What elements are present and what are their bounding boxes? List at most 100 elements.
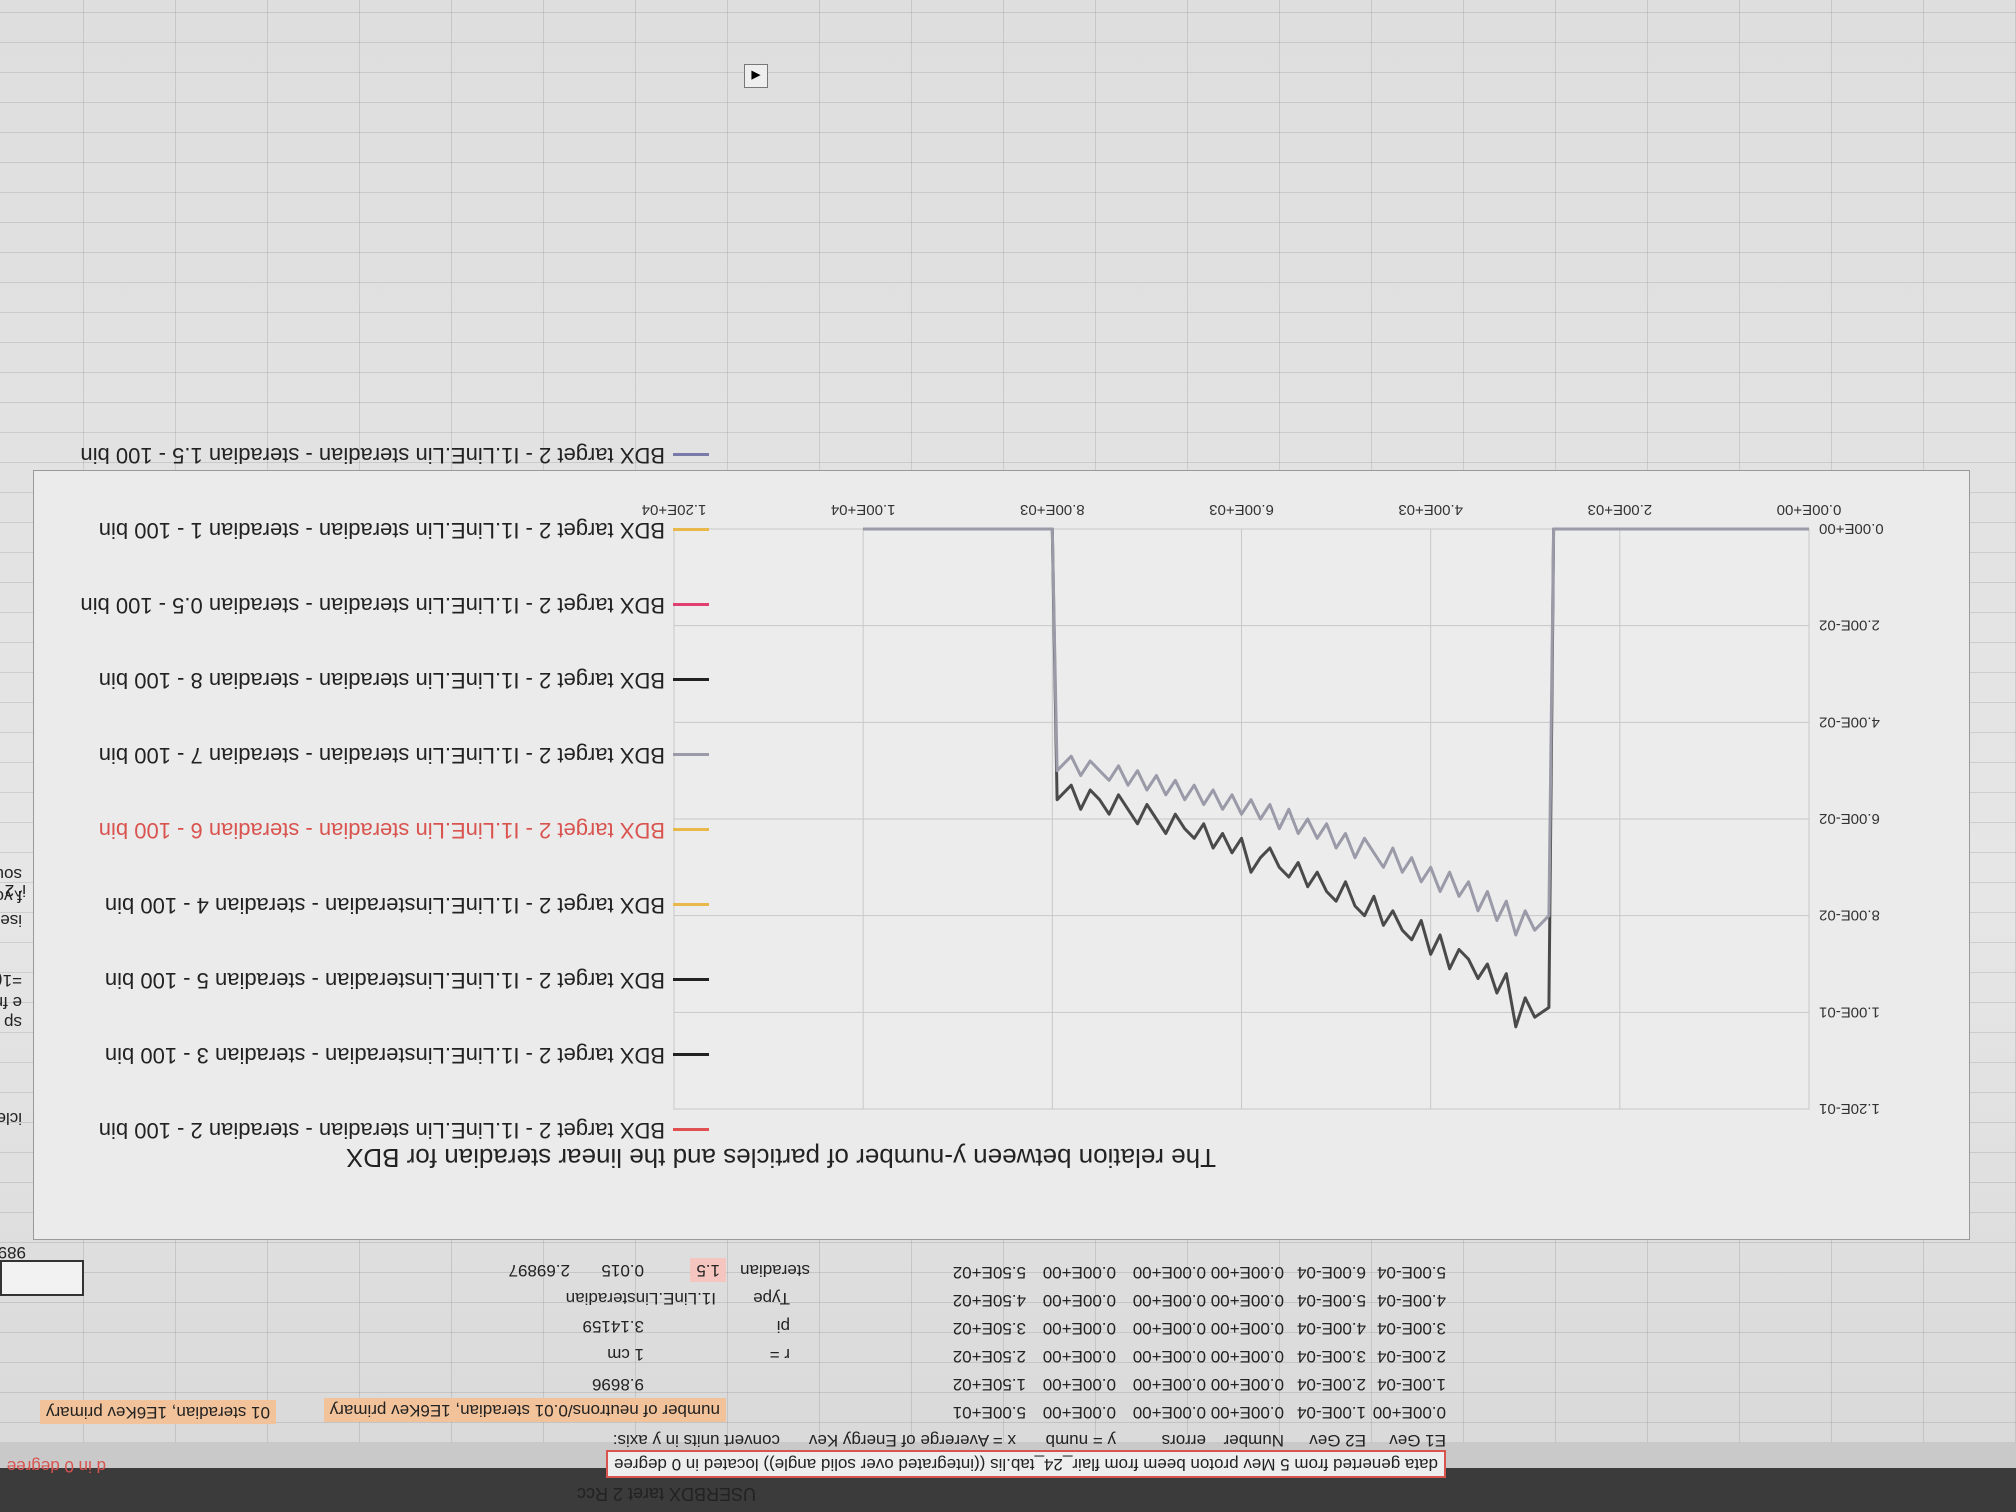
side-fragment[interactable]: =1( <box>0 970 22 990</box>
steradian-small[interactable]: 0.015 <box>601 1260 644 1280</box>
legend-item[interactable]: BDX target 2 - I1.LinE.Lin steradian - s… <box>49 470 709 545</box>
type-label[interactable]: Type <box>753 1288 790 1308</box>
legend-item[interactable]: BDX target 2 - I1.LinE.Lin steradian - s… <box>49 545 709 620</box>
legend-swatch <box>673 603 709 606</box>
r-value[interactable]: 1 cm <box>607 1344 644 1364</box>
table-cell-ynumb[interactable]: 0.00E+00 <box>1043 1262 1116 1282</box>
table-cell-errors[interactable]: 0.00E+00 <box>1133 1402 1206 1422</box>
table-cell-number[interactable]: 0.00E+00 <box>1211 1318 1284 1338</box>
neutrons-value[interactable]: 9.8696 <box>592 1374 644 1394</box>
legend-item[interactable]: BDX target 2 - I1.LinE.Linsteradian - st… <box>49 845 709 920</box>
header-e1[interactable]: E1 Gev <box>1389 1430 1446 1450</box>
legend-swatch <box>673 1128 709 1131</box>
table-cell-xavg[interactable]: 2.50E+02 <box>953 1346 1026 1366</box>
table-cell-e1[interactable]: 1.00E-04 <box>1377 1374 1446 1394</box>
header-ynumb[interactable]: y = numb <box>1046 1430 1116 1450</box>
left-edge-text[interactable]: d in 0 degree <box>7 1456 106 1476</box>
legend-label: BDX target 2 - I1.LinE.Lin steradian - s… <box>98 743 665 768</box>
table-cell-number[interactable]: 0.00E+00 <box>1211 1262 1284 1282</box>
steradian-total[interactable]: 2.69897 <box>509 1260 570 1280</box>
y-tick-label: 0.00E+00 <box>1819 520 1884 537</box>
table-cell-ynumb[interactable]: 0.00E+00 <box>1043 1402 1116 1422</box>
header-xavg[interactable]: x = Avererge of Energy Kev <box>809 1430 1016 1450</box>
header-e2[interactable]: E2 Gev <box>1309 1430 1366 1450</box>
legend-item[interactable]: BDX target 2 - I1.LinE.Linsteradian - st… <box>49 995 709 1070</box>
table-cell-e2[interactable]: 1.00E-04 <box>1297 1402 1366 1422</box>
legend-item[interactable]: BDX target 2 - I1.LinE.Linsteradian - st… <box>49 920 709 995</box>
side-fragment[interactable]: e fr <box>0 992 22 1012</box>
legend-label: BDX target 2 - I1.LinE.Lin steradian - s… <box>98 1118 665 1143</box>
y-tick-label: 2.00E-02 <box>1819 617 1880 634</box>
sheet-title[interactable]: USERBDX taret 2 Rcc <box>577 1483 756 1504</box>
steradian-value[interactable]: 1.5 <box>690 1258 726 1282</box>
table-cell-e2[interactable]: 6.00E-04 <box>1297 1262 1366 1282</box>
table-cell-e2[interactable]: 5.00E-04 <box>1297 1290 1366 1310</box>
table-cell-errors[interactable]: 0.00E+00 <box>1133 1346 1206 1366</box>
pi-label[interactable]: pi <box>777 1316 790 1336</box>
description-cell[interactable]: data generted from 5 Mev proton beem fro… <box>605 1450 1446 1478</box>
table-cell-number[interactable]: 0.00E+00 <box>1211 1290 1284 1310</box>
left-orange-cell[interactable]: 01 steradian, 1E6Kev primary <box>40 1400 276 1424</box>
side-fragment[interactable]: sou <box>0 864 22 884</box>
legend-item[interactable]: BDX target 2 - I1.LinE.Lin steradian - s… <box>49 395 709 470</box>
table-cell-e2[interactable]: 3.00E-04 <box>1297 1346 1366 1366</box>
table-cell-xavg[interactable]: 3.50E+02 <box>953 1318 1026 1338</box>
table-cell-e1[interactable]: 5.00E-04 <box>1377 1262 1446 1282</box>
type-value[interactable]: I1.LinE.Linsteradian <box>566 1288 716 1308</box>
legend-swatch <box>673 1053 709 1056</box>
table-cell-number[interactable]: 0.00E+00 <box>1211 1402 1284 1422</box>
table-cell-xavg[interactable]: 1.50E+02 <box>953 1374 1026 1394</box>
legend-swatch <box>673 903 709 906</box>
legend-item[interactable]: BDX target 2 - I1.LinE.Lin steradian - s… <box>49 1070 709 1145</box>
scroll-left-button[interactable]: ◀ <box>744 64 768 88</box>
table-cell-e2[interactable]: 4.00E-04 <box>1297 1318 1366 1338</box>
neutrons-label[interactable]: number of neutrons/0.01 steradian, 1E6Ke… <box>323 1398 726 1422</box>
table-cell-ynumb[interactable]: 0.00E+00 <box>1043 1318 1116 1338</box>
table-cell-errors[interactable]: 0.00E+00 <box>1133 1374 1206 1394</box>
table-cell-number[interactable]: 0.00E+00 <box>1211 1346 1284 1366</box>
side-fragment[interactable]: f yo <box>0 886 22 906</box>
steradian-label[interactable]: steradian <box>740 1260 810 1280</box>
legend-item[interactable]: BDX target 2 - I1.LinE.Lin steradian - s… <box>49 695 709 770</box>
table-cell-errors[interactable]: 0.00E+00 <box>1133 1262 1206 1282</box>
legend-swatch <box>673 978 709 981</box>
table-cell-e1[interactable]: 4.00E-04 <box>1377 1290 1446 1310</box>
table-cell-e1[interactable]: 3.00E-04 <box>1377 1318 1446 1338</box>
table-cell-xavg[interactable]: 5.50E+02 <box>953 1262 1026 1282</box>
legend-swatch <box>673 753 709 756</box>
table-cell-errors[interactable]: 0.00E+00 <box>1133 1290 1206 1310</box>
header-errors[interactable]: errors <box>1162 1430 1206 1450</box>
table-cell-e2[interactable]: 2.00E-04 <box>1297 1374 1366 1394</box>
table-cell-xavg[interactable]: 4.50E+02 <box>953 1290 1026 1310</box>
x-tick-label: 1.00E+04 <box>831 501 896 518</box>
legend-label: BDX target 2 - I1.LinE.Lin steradian - s… <box>80 443 665 468</box>
legend-label: BDX target 2 - I1.LinE.Lin steradian - s… <box>98 668 665 693</box>
table-cell-e1[interactable]: 0.00E+00 <box>1373 1402 1446 1422</box>
legend-item[interactable]: BDX target 2 - I1.LinE.Lin steradian - s… <box>49 620 709 695</box>
table-cell-number[interactable]: 0.00E+00 <box>1211 1374 1284 1394</box>
side-fragment[interactable]: sp <box>4 1012 22 1032</box>
header-number[interactable]: Number <box>1224 1430 1284 1450</box>
table-cell-ynumb[interactable]: 0.00E+00 <box>1043 1290 1116 1310</box>
legend-swatch <box>673 528 709 531</box>
table-cell-e1[interactable]: 2.00E-04 <box>1377 1346 1446 1366</box>
legend-label: BDX target 2 - I1.LinE.Lin steradian - s… <box>98 518 665 543</box>
left-value-cell[interactable]: 9897 <box>0 1242 26 1262</box>
legend-label: BDX target 2 - I1.LinE.Linsteradian - st… <box>104 893 665 918</box>
header-convert[interactable]: convert units in y axis: <box>613 1430 780 1450</box>
table-cell-errors[interactable]: 0.00E+00 <box>1133 1318 1206 1338</box>
table-cell-ynumb[interactable]: 0.00E+00 <box>1043 1346 1116 1366</box>
side-fragment[interactable]: icle <box>0 1108 22 1128</box>
side-fragment[interactable]: ise <box>0 910 22 930</box>
legend-item[interactable]: BDX target 2 - I1.LinE.Lin steradian - s… <box>49 770 709 845</box>
legend-label: BDX target 2 - I1.LinE.Lin steradian - s… <box>98 818 665 843</box>
r-label[interactable]: r = <box>770 1344 790 1364</box>
table-cell-xavg[interactable]: 5.00E+01 <box>953 1402 1026 1422</box>
x-tick-label: 2.00E+03 <box>1588 501 1653 518</box>
pi-value[interactable]: 3.14159 <box>583 1316 644 1336</box>
line-chart[interactable]: The relation between y-number of particl… <box>33 443 1970 1240</box>
legend-swatch <box>673 453 709 456</box>
selected-cell[interactable] <box>0 1260 84 1296</box>
y-tick-label: 8.00E-02 <box>1819 907 1880 924</box>
table-cell-ynumb[interactable]: 0.00E+00 <box>1043 1374 1116 1394</box>
